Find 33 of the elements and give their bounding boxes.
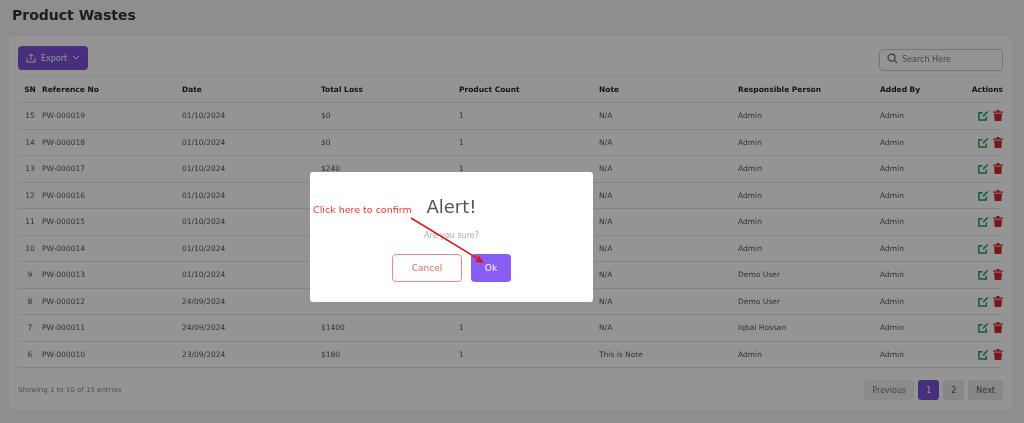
pagination-button[interactable]: 1: [918, 380, 940, 400]
trash-icon[interactable]: [993, 216, 1003, 228]
cancel-button[interactable]: Cancel: [392, 254, 462, 282]
edit-icon[interactable]: [978, 189, 989, 201]
edit-icon[interactable]: [978, 242, 989, 254]
edit-icon[interactable]: [978, 216, 989, 228]
pagination-button[interactable]: Next: [968, 380, 1003, 400]
trash-icon[interactable]: [993, 269, 1003, 281]
edit-icon[interactable]: [978, 269, 989, 281]
pagination-button[interactable]: 2: [943, 380, 965, 400]
edit-icon[interactable]: [978, 110, 989, 122]
edit-icon[interactable]: [978, 348, 989, 360]
trash-icon[interactable]: [993, 242, 1003, 254]
trash-icon[interactable]: [993, 136, 1003, 148]
trash-icon[interactable]: [993, 322, 1003, 334]
edit-icon[interactable]: [978, 295, 989, 307]
export-button[interactable]: Export: [18, 46, 89, 70]
dialog-message: Are you sure?: [424, 231, 479, 240]
ok-button[interactable]: Ok: [471, 254, 511, 282]
dialog-title: Alert!: [426, 196, 477, 217]
trash-icon[interactable]: [993, 189, 1003, 201]
trash-icon[interactable]: [993, 295, 1003, 307]
chevron-down-icon: [72, 55, 81, 61]
search-icon: [887, 53, 898, 64]
trash-icon[interactable]: [993, 348, 1003, 360]
edit-icon[interactable]: [978, 136, 989, 148]
edit-icon[interactable]: [978, 163, 989, 175]
trash-icon[interactable]: [993, 163, 1003, 175]
page-title: Product Wastes: [11, 6, 137, 25]
upload-icon: [26, 53, 36, 63]
trash-icon[interactable]: [993, 110, 1003, 122]
edit-icon[interactable]: [978, 322, 989, 334]
search-field[interactable]: Search Here: [879, 48, 1003, 71]
